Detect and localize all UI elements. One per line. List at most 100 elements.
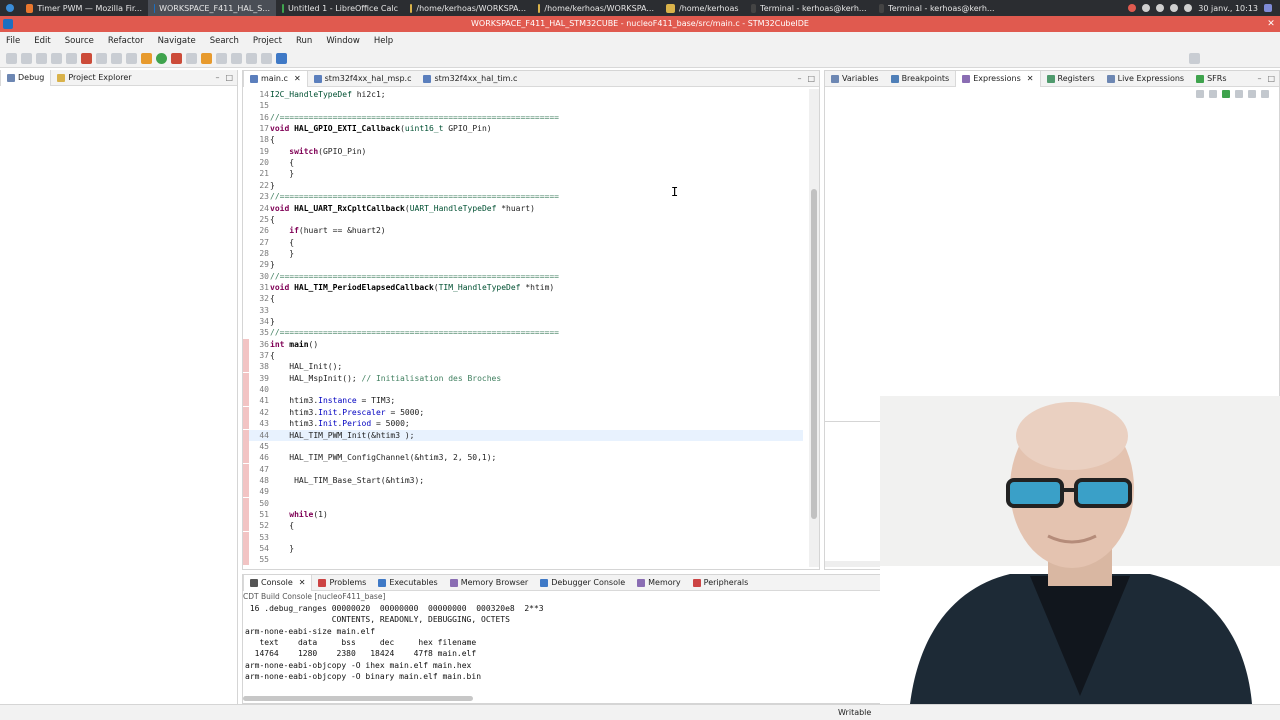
menu-run[interactable]: Run <box>296 36 312 46</box>
right-panel-tab[interactable]: Expressions ✕ <box>955 70 1041 87</box>
taskbar-task[interactable]: /home/kerhoas <box>660 0 745 16</box>
remove-all-icon[interactable] <box>1248 90 1256 98</box>
code-line[interactable]: 52 { <box>243 520 803 532</box>
volume-icon[interactable] <box>1184 4 1193 12</box>
build-icon[interactable] <box>51 53 62 64</box>
taskbar-task[interactable]: Timer PWM — Mozilla Fir... <box>20 0 148 16</box>
editor-tab[interactable]: stm32f4xx_hal_tim.c <box>417 71 523 87</box>
editor-tab[interactable]: main.c ✕ <box>243 70 308 87</box>
minimize-icon[interactable]: – <box>1257 74 1261 83</box>
new-icon[interactable] <box>6 53 17 64</box>
expand-icon[interactable] <box>1209 90 1217 98</box>
collapse-all-icon[interactable] <box>1196 90 1204 98</box>
view-menu-icon[interactable] <box>1261 90 1269 98</box>
code-area[interactable]: 14 I2C_HandleTypeDef hi2c1; 15 16//========… <box>243 89 809 567</box>
window-close-icon[interactable]: ✕ <box>1265 18 1277 30</box>
tab-debug[interactable]: Debug <box>0 69 52 86</box>
open-type-icon[interactable] <box>186 53 197 64</box>
taskbar-task[interactable]: /home/kerhoas/WORKSPA... <box>532 0 660 16</box>
remove-expression-icon[interactable] <box>1235 90 1243 98</box>
code-line[interactable]: 32{ <box>243 293 803 304</box>
code-line[interactable]: 15 <box>243 100 803 111</box>
code-line[interactable]: 48 HAL_TIM_Base_Start(&htim3); <box>243 474 803 486</box>
code-line[interactable]: 55 <box>243 554 803 566</box>
console-output[interactable]: 16 .debug_ranges 00000020 00000000 00000… <box>245 603 544 682</box>
code-line[interactable]: 38 HAL_Init(); <box>243 361 803 373</box>
code-line[interactable]: 49 <box>243 486 803 498</box>
code-line[interactable]: 36 int main() <box>243 338 803 350</box>
code-line[interactable]: 34} <box>243 316 803 327</box>
code-line[interactable]: 50 <box>243 497 803 509</box>
search-icon[interactable] <box>1189 53 1200 64</box>
code-line[interactable]: 16//====================================… <box>243 112 803 123</box>
code-line[interactable]: 26 if(huart == &huart2) <box>243 225 803 236</box>
terminate-icon[interactable] <box>111 53 122 64</box>
code-line[interactable]: 35//====================================… <box>243 327 803 338</box>
menu-file[interactable]: File <box>6 36 20 46</box>
code-line[interactable]: 17 void HAL_GPIO_EXTI_Callback(uint16_t G… <box>243 123 803 134</box>
taskbar-task[interactable]: Terminal - kerhoas@kerh... <box>873 0 1001 16</box>
code-line[interactable]: 51 while(1) <box>243 508 803 520</box>
external-tool-icon[interactable] <box>141 53 152 64</box>
code-line[interactable]: 14 I2C_HandleTypeDef hi2c1; <box>243 89 803 100</box>
record-icon[interactable] <box>1128 4 1137 12</box>
maximize-icon[interactable]: □ <box>1267 74 1275 83</box>
code-line[interactable]: 41 htim3.Instance = TIM3; <box>243 395 803 407</box>
code-line[interactable]: 46 HAL_TIM_PWM_ConfigChannel(&htim3, 2, … <box>243 452 803 464</box>
console-tab[interactable]: Executables <box>372 575 443 591</box>
right-panel-tab[interactable]: SFRs <box>1190 71 1232 87</box>
code-line[interactable]: 22} <box>243 180 803 191</box>
save-all-icon[interactable] <box>36 53 47 64</box>
menu-window[interactable]: Window <box>326 36 360 46</box>
annotation-prev-icon[interactable] <box>231 53 242 64</box>
taskbar-task[interactable]: WORKSPACE_F411_HAL_S... <box>148 0 276 16</box>
code-line[interactable]: 29} <box>243 259 803 270</box>
console-tab[interactable]: Memory <box>631 575 687 591</box>
info-icon[interactable] <box>276 53 287 64</box>
maximize-icon[interactable]: □ <box>807 74 815 83</box>
right-panel-tab[interactable]: Breakpoints <box>885 71 956 87</box>
debug-icon[interactable] <box>81 53 92 64</box>
menu-help[interactable]: Help <box>374 36 393 46</box>
menu-project[interactable]: Project <box>253 36 282 46</box>
tab-project-explorer[interactable]: Project Explorer <box>51 70 137 86</box>
scrollbar-thumb[interactable] <box>811 189 817 519</box>
code-line[interactable]: 33 <box>243 305 803 316</box>
app-menu-icon[interactable] <box>0 0 20 16</box>
close-tab-icon[interactable]: ✕ <box>299 578 306 587</box>
wifi-icon[interactable] <box>1156 4 1165 12</box>
code-line[interactable]: 27 { <box>243 237 803 248</box>
console-tab[interactable]: Peripherals <box>687 575 755 591</box>
taskbar-task[interactable]: Untitled 1 - LibreOffice Calc <box>276 0 404 16</box>
code-line[interactable]: 44 HAL_TIM_PWM_Init(&htim3 ); <box>243 429 803 441</box>
code-line[interactable]: 31 void HAL_TIM_PeriodElapsedCallback(TIM… <box>243 282 803 293</box>
code-line[interactable]: 53 <box>243 531 803 543</box>
code-line[interactable]: 21 } <box>243 168 803 179</box>
taskbar-task[interactable]: /home/kerhoas/WORKSPA... <box>404 0 532 16</box>
close-tab-icon[interactable]: ✕ <box>1027 74 1034 83</box>
editor-tab[interactable]: stm32f4xx_hal_msp.c <box>308 71 418 87</box>
code-line[interactable]: 28 } <box>243 248 803 259</box>
code-line[interactable]: 18{ <box>243 134 803 145</box>
menu-navigate[interactable]: Navigate <box>158 36 196 46</box>
bluetooth-icon[interactable] <box>1142 4 1151 12</box>
code-line[interactable]: 24 void HAL_UART_RxCpltCallback(UART_Hand… <box>243 203 803 214</box>
menu-search[interactable]: Search <box>210 36 239 46</box>
minimize-icon[interactable]: – <box>215 73 219 82</box>
right-panel-tab[interactable]: Live Expressions <box>1101 71 1190 87</box>
console-tab[interactable]: Console ✕ <box>243 574 313 591</box>
menu-edit[interactable]: Edit <box>34 36 50 46</box>
code-line[interactable]: 39 HAL_MspInit(); // Initialisation des … <box>243 372 803 384</box>
run-icon[interactable] <box>156 53 167 64</box>
close-tab-icon[interactable]: ✕ <box>294 74 301 83</box>
code-line[interactable]: 42 htim3.Init.Prescaler = 5000; <box>243 406 803 418</box>
console-tab[interactable]: Memory Browser <box>444 575 535 591</box>
step-into-icon[interactable] <box>126 53 137 64</box>
menu-refactor[interactable]: Refactor <box>108 36 144 46</box>
code-line[interactable]: 37{ <box>243 350 803 362</box>
editor-scrollbar[interactable] <box>809 89 819 567</box>
right-panel-tab[interactable]: Registers <box>1041 71 1101 87</box>
back-icon[interactable] <box>246 53 257 64</box>
save-icon[interactable] <box>21 53 32 64</box>
taskbar-task[interactable]: Terminal - kerhoas@kerh... <box>745 0 873 16</box>
